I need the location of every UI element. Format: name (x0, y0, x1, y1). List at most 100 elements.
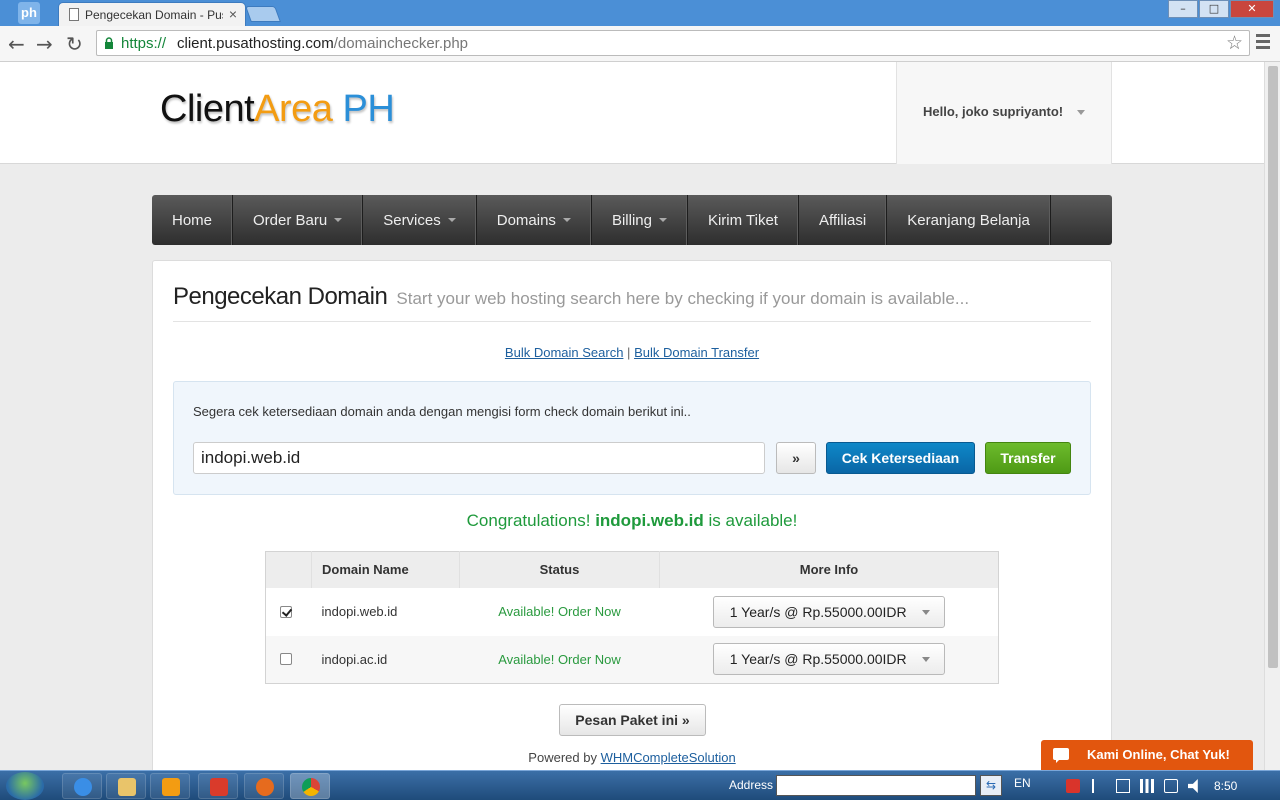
taskbar-app-red[interactable] (198, 773, 238, 799)
address-go-button[interactable]: ⇆ (980, 775, 1002, 796)
back-icon[interactable]: ← (8, 32, 25, 56)
battery-icon[interactable] (1164, 779, 1178, 793)
row-more-info-cell: 1 Year/s @ Rp.55000.00IDR (659, 587, 999, 636)
address-toolbar-label: Address (729, 778, 774, 792)
close-window-button[interactable]: ✕ (1230, 0, 1274, 18)
ie-icon (74, 778, 92, 796)
nav-item-billing[interactable]: Billing (592, 195, 688, 245)
reload-icon[interactable]: ↻ (66, 32, 83, 56)
powered-by: Powered by WHMCompleteSolution (153, 750, 1111, 765)
check-availability-button[interactable]: Cek Ketersediaan (826, 442, 975, 474)
nav-item-services[interactable]: Services (363, 195, 477, 245)
taskbar-chrome[interactable] (290, 773, 330, 799)
logo-ph: PH (342, 88, 395, 130)
address-toolbar-input[interactable] (776, 775, 976, 796)
nav-item-order-baru[interactable]: Order Baru (233, 195, 364, 245)
order-package-button[interactable]: Pesan Paket ini » (559, 704, 706, 736)
media-player-icon (162, 778, 180, 796)
new-tab-button[interactable] (245, 6, 281, 22)
domain-input[interactable]: indopi.web.id (193, 442, 765, 474)
taskbar-ie[interactable] (62, 773, 102, 799)
nav-label: Order Baru (253, 211, 328, 229)
powered-prefix: Powered by (528, 750, 597, 765)
language-indicator[interactable]: EN (1014, 776, 1031, 790)
header-domain-name: Domain Name (311, 551, 460, 588)
chevron-down-icon (1077, 110, 1085, 115)
table-row: indopi.web.id Available! Order Now 1 Yea… (265, 587, 999, 636)
order-now-link[interactable]: Available! Order Now (498, 652, 621, 667)
site-logo[interactable]: ClientArea PH (160, 88, 395, 131)
browser-menu-icon[interactable] (1256, 34, 1270, 52)
url-path: /domainchecker.php (333, 35, 469, 52)
transfer-button[interactable]: Transfer (985, 442, 1071, 474)
nav-item-affiliasi[interactable]: Affiliasi (799, 195, 888, 245)
row-status-cell: Available! Order Now (459, 635, 660, 684)
start-button[interactable] (6, 772, 44, 800)
vertical-scrollbar[interactable] (1264, 62, 1280, 770)
nav-label: Keranjang Belanja (907, 211, 1030, 229)
nav-item-keranjang-belanja[interactable]: Keranjang Belanja (887, 195, 1051, 245)
antivirus-icon[interactable] (1066, 779, 1080, 793)
whmcs-link[interactable]: WHMCompleteSolution (601, 750, 736, 765)
browser-tabstrip: ph Pengecekan Domain - Pus × – □ ✕ (0, 0, 1280, 26)
chevron-down-icon (658, 218, 667, 222)
nav-label: Domains (496, 211, 556, 229)
taskbar-explorer[interactable] (106, 773, 146, 799)
domain-results-table: Domain Name Status More Info indopi.web.… (265, 551, 999, 684)
taskbar-firefox[interactable] (244, 773, 284, 799)
user-menu[interactable]: Hello, joko supriyanto! (896, 62, 1112, 164)
app-logo-icon[interactable]: ph (18, 2, 40, 24)
row-select-cell (265, 587, 312, 636)
bulk-links: Bulk Domain Search | Bulk Domain Transfe… (153, 345, 1111, 360)
order-now-link[interactable]: Available! Order Now (498, 604, 621, 619)
page-icon (69, 8, 79, 21)
bulk-domain-search-link[interactable]: Bulk Domain Search (505, 345, 624, 360)
nav-item-domains[interactable]: Domains (477, 195, 592, 245)
browser-toolbar: ← → ↻ https:// client.pusathosting.com/d… (0, 26, 1280, 62)
nav-item-kirim-tiket[interactable]: Kirim Tiket (688, 195, 799, 245)
minimize-button[interactable]: – (1168, 0, 1198, 18)
chrome-icon (302, 778, 320, 796)
taskbar-media-player[interactable] (150, 773, 190, 799)
period-select[interactable]: 1 Year/s @ Rp.55000.00IDR (712, 595, 945, 628)
bulk-domain-transfer-link[interactable]: Bulk Domain Transfer (634, 345, 759, 360)
bulk-separator: | (627, 345, 631, 360)
header-status: Status (459, 551, 660, 588)
chevron-down-icon (562, 218, 571, 222)
row-select-cell (265, 635, 312, 684)
tab-close-icon[interactable]: × (229, 6, 237, 22)
system-clock[interactable]: 8:50 (1214, 779, 1237, 793)
scrollbar-thumb[interactable] (1268, 66, 1278, 668)
browser-tab-active[interactable]: Pengecekan Domain - Pus × (58, 2, 246, 26)
domain-checkbox[interactable] (280, 605, 292, 618)
logo-area: Area (254, 88, 333, 130)
domain-checkbox[interactable] (280, 653, 292, 666)
network-icon[interactable] (1116, 779, 1130, 793)
signal-icon[interactable] (1140, 779, 1154, 793)
address-bar[interactable]: https:// client.pusathosting.com/domainc… (96, 30, 1250, 56)
flag-icon[interactable] (1092, 779, 1106, 793)
chat-bubble-icon (1053, 748, 1069, 763)
page-heading: Pengecekan Domain Start your web hosting… (173, 283, 969, 311)
header-more-info: More Info (659, 551, 999, 588)
header-select (265, 551, 312, 588)
taskbar: Address ⇆ EN 8:50 (0, 770, 1280, 800)
nav-label: Affiliasi (818, 211, 867, 229)
volume-icon[interactable] (1188, 779, 1198, 793)
more-options-button[interactable]: » (776, 442, 816, 474)
tab-title: Pengecekan Domain - Pus (85, 8, 223, 22)
logo-client: Client (160, 88, 255, 130)
row-domain: indopi.web.id (311, 587, 460, 636)
page-viewport: ClientArea PH Hello, joko supriyanto! Ho… (0, 62, 1264, 770)
chevron-down-icon (334, 218, 343, 222)
red-app-icon (210, 778, 228, 796)
result-suffix: is available! (708, 511, 798, 530)
folder-icon (118, 778, 136, 796)
nav-label: Services (383, 211, 441, 229)
maximize-button[interactable]: □ (1199, 0, 1229, 18)
live-chat-widget[interactable]: Kami Online, Chat Yuk! (1041, 740, 1253, 770)
nav-item-home[interactable]: Home (152, 195, 234, 245)
period-select[interactable]: 1 Year/s @ Rp.55000.00IDR (712, 643, 945, 676)
bookmark-star-icon[interactable]: ☆ (1226, 32, 1243, 54)
forward-icon[interactable]: → (36, 32, 53, 56)
